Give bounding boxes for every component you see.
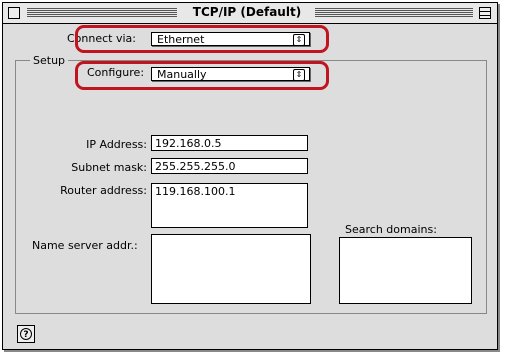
ip-address-field[interactable]: 192.168.0.5 bbox=[151, 135, 308, 151]
window-title: TCP/IP (Default) bbox=[179, 5, 315, 19]
name-server-label: Name server addr.: bbox=[32, 239, 138, 252]
ip-address-label: IP Address: bbox=[86, 138, 147, 151]
title-stripes-left bbox=[27, 8, 177, 17]
subnet-mask-field[interactable]: 255.255.255.0 bbox=[151, 158, 308, 174]
name-server-field[interactable] bbox=[151, 234, 311, 304]
title-stripes-right bbox=[315, 8, 473, 17]
zoom-box-icon[interactable] bbox=[479, 7, 491, 19]
setup-group-label: Setup bbox=[30, 54, 69, 67]
search-domains-label: Search domains: bbox=[345, 223, 437, 236]
title-bar[interactable]: TCP/IP (Default) bbox=[3, 3, 497, 24]
close-box-icon[interactable] bbox=[8, 7, 20, 19]
router-address-label: Router address: bbox=[60, 184, 147, 197]
help-button[interactable]: ? bbox=[17, 325, 35, 343]
help-icon: ? bbox=[20, 328, 32, 340]
connect-via-highlight bbox=[75, 25, 329, 53]
router-address-field[interactable]: 119.168.100.1 bbox=[151, 183, 308, 228]
subnet-mask-label: Subnet mask: bbox=[71, 161, 147, 174]
tcpip-window: TCP/IP (Default) Connect via: Ethernet ⇕… bbox=[2, 2, 498, 350]
search-domains-field[interactable] bbox=[339, 237, 472, 304]
configure-highlight bbox=[75, 61, 329, 90]
